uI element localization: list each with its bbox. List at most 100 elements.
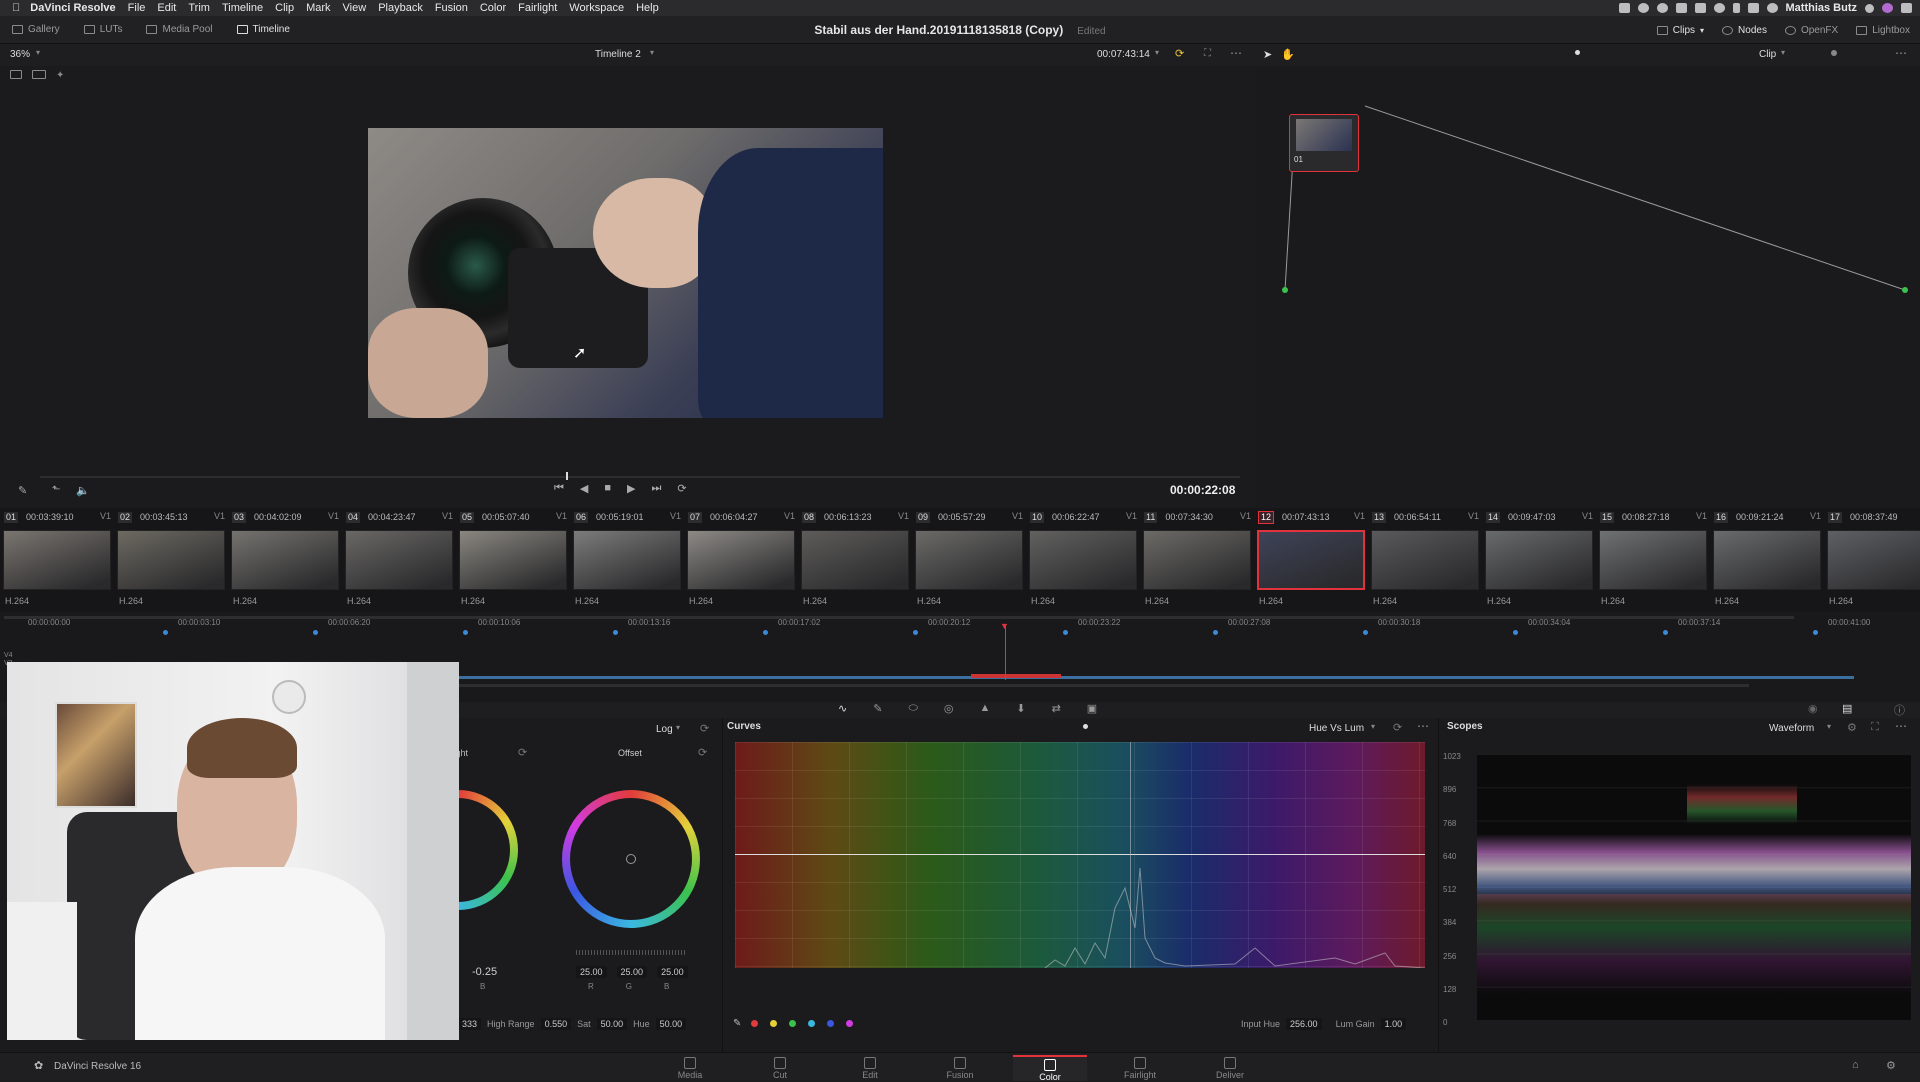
screen-icon[interactable] (1618, 3, 1630, 13)
magic-mask-icon[interactable]: ▲ (979, 702, 990, 715)
highlight-toggle[interactable] (1831, 50, 1837, 56)
stop-icon[interactable]: ■ (604, 482, 611, 495)
wifi-icon[interactable] (1747, 3, 1759, 13)
clip-marker-dot[interactable] (1813, 630, 1818, 635)
menu-color[interactable]: Color (480, 2, 506, 14)
scope-settings-icon[interactable]: ⚙ (1847, 721, 1857, 734)
clip-thumbnail-11[interactable]: 11 00:07:34:30 V1 H.264 (1140, 508, 1254, 612)
user-name[interactable]: Matthias Butz (1786, 2, 1858, 14)
bluetooth-icon[interactable] (1732, 3, 1740, 13)
high-range-value[interactable]: 0.550 (540, 1018, 572, 1030)
sync-icon[interactable] (1656, 3, 1668, 13)
clip-marker-dot[interactable] (463, 630, 468, 635)
clip-thumbnail-04[interactable]: 04 00:04:23:47 V1 H.264 (342, 508, 456, 612)
clip-thumbnail-01[interactable]: 01 00:03:39:10 V1 H.264 (0, 508, 114, 612)
page-tab-cut[interactable]: Cut (743, 1055, 817, 1081)
menu-fairlight[interactable]: Fairlight (518, 2, 557, 14)
curves-mode-chevron-icon[interactable]: ▾ (1371, 722, 1375, 731)
clips-button[interactable]: Clips ▾ (1656, 25, 1704, 36)
gallery-button[interactable]: Gallery (0, 24, 72, 35)
offset-reset-icon[interactable]: ⟳ (698, 746, 707, 759)
openfx-button[interactable]: OpenFX (1784, 25, 1838, 36)
clip-thumbnail-14[interactable]: 14 00:09:47:03 V1 H.264 (1482, 508, 1596, 612)
wheels-mode-selector[interactable]: Log (656, 724, 673, 735)
clip-marker-dot[interactable] (1063, 630, 1068, 635)
menu-timeline[interactable]: Timeline (222, 2, 263, 14)
window-icon[interactable]: ⬭ (908, 702, 917, 715)
shield-icon[interactable] (1694, 3, 1706, 13)
timeline-playhead[interactable] (1005, 624, 1006, 680)
sat-value[interactable]: 50.00 (596, 1018, 628, 1030)
menu-view[interactable]: View (343, 2, 367, 14)
pointer-tool-icon[interactable]: ➤ (1263, 48, 1272, 61)
effects-icon[interactable]: ✦ (56, 70, 64, 81)
lightbox-button[interactable]: Lightbox (1856, 25, 1910, 36)
zoom-level[interactable]: 36% (10, 49, 30, 60)
tracker-icon[interactable]: ◎ (944, 702, 954, 715)
curves-palette-icon[interactable]: ∿ (838, 702, 847, 715)
lum-gain-value[interactable]: 1.00 (1380, 1018, 1407, 1030)
clock-icon[interactable] (1713, 3, 1725, 13)
clip-thumbnail-02[interactable]: 02 00:03:45:13 V1 H.264 (114, 508, 228, 612)
more-options-icon[interactable]: ⋯ (1895, 46, 1907, 60)
curve-channel-swatch[interactable] (808, 1020, 816, 1027)
info-icon[interactable]: ⓘ (1894, 702, 1905, 718)
scope-expand-icon[interactable]: ⛶ (1871, 721, 1879, 734)
eyedropper-icon[interactable]: ✎ (18, 484, 27, 497)
clip-thumbnail-16[interactable]: 16 00:09:21:24 V1 H.264 (1710, 508, 1824, 612)
curves-mode-selector[interactable]: Hue Vs Lum (1309, 723, 1364, 734)
highlight-value[interactable]: -0.25 (472, 966, 497, 978)
menu-mark[interactable]: Mark (306, 2, 330, 14)
input-hue-value[interactable]: 256.00 (1286, 1018, 1322, 1030)
search-icon[interactable] (1865, 3, 1874, 13)
clip-marker-dot[interactable] (313, 630, 318, 635)
clip-thumbnail-09[interactable]: 09 00:05:57:29 V1 H.264 (912, 508, 1026, 612)
skip-to-end-icon[interactable]: ⏭ (652, 482, 662, 495)
info-icon[interactable] (1766, 3, 1778, 13)
page-tab-deliver[interactable]: Deliver (1193, 1055, 1267, 1081)
hand-tool-icon[interactable]: ✋ (1281, 48, 1295, 61)
node-mode-selector[interactable]: Clip (1759, 49, 1776, 60)
clip-thumbnail-15[interactable]: 15 00:08:27:18 V1 H.264 (1596, 508, 1710, 612)
cursor-tool-icon[interactable]: ⬑ (52, 484, 60, 495)
menu-help[interactable]: Help (636, 2, 659, 14)
output-dot[interactable] (1902, 287, 1908, 293)
blur-icon[interactable]: ⬇ (1016, 702, 1025, 715)
horizontal-scrollbar[interactable] (459, 684, 1749, 687)
play-icon[interactable]: ▶ (627, 482, 635, 495)
scope-type-chevron-icon[interactable]: ▾ (1827, 722, 1831, 731)
sizing-icon[interactable]: ▣ (1087, 702, 1097, 715)
curve-channel-swatch[interactable] (846, 1020, 854, 1027)
clip-marker-dot[interactable] (1663, 630, 1668, 635)
timeline-button[interactable]: Timeline (225, 24, 302, 35)
video-frame[interactable]: ➚ (368, 128, 883, 418)
menu-fusion[interactable]: Fusion (435, 2, 468, 14)
clip-thumbnail-06[interactable]: 06 00:05:19:01 V1 H.264 (570, 508, 684, 612)
timeline-selector[interactable]: Timeline 2 (595, 49, 641, 60)
clip-marker-dot[interactable] (1363, 630, 1368, 635)
clip-thumbnail-03[interactable]: 03 00:04:02:09 V1 H.264 (228, 508, 342, 612)
clip-thumbnail-05[interactable]: 05 00:05:07:40 V1 H.264 (456, 508, 570, 612)
highlight-reset-icon[interactable]: ⟳ (518, 746, 527, 759)
duration-chevron-icon[interactable]: ▾ (1155, 48, 1159, 57)
step-back-icon[interactable]: ◀ (580, 482, 588, 495)
scrubber-playhead[interactable] (565, 472, 568, 480)
clip-thumbnail-13[interactable]: 13 00:06:54:11 V1 H.264 (1368, 508, 1482, 612)
menu-edit[interactable]: Edit (157, 2, 176, 14)
siri-icon[interactable] (1882, 3, 1893, 13)
app-menu[interactable]: DaVinci Resolve (30, 2, 115, 14)
loop-icon[interactable]: ⟳ (677, 482, 686, 495)
menu-playback[interactable]: Playback (378, 2, 423, 14)
3d-icon[interactable]: ◉ (1808, 702, 1818, 715)
menu-file[interactable]: File (128, 2, 146, 14)
curve-channel-swatch[interactable] (789, 1020, 797, 1027)
offset-g-value[interactable]: 25.00 (616, 966, 648, 978)
clip-marker-dot[interactable] (913, 630, 918, 635)
page-tab-color[interactable]: Color (1013, 1055, 1087, 1082)
curves-eyedropper-icon[interactable]: ✎ (733, 1018, 741, 1029)
offset-master-slider[interactable] (576, 950, 686, 955)
clip-thumbnail-10[interactable]: 10 00:06:22:47 V1 H.264 (1026, 508, 1140, 612)
clip-marker-dot[interactable] (163, 630, 168, 635)
node-mode-chevron-icon[interactable]: ▾ (1781, 48, 1785, 57)
clip-marker-dot[interactable] (1513, 630, 1518, 635)
